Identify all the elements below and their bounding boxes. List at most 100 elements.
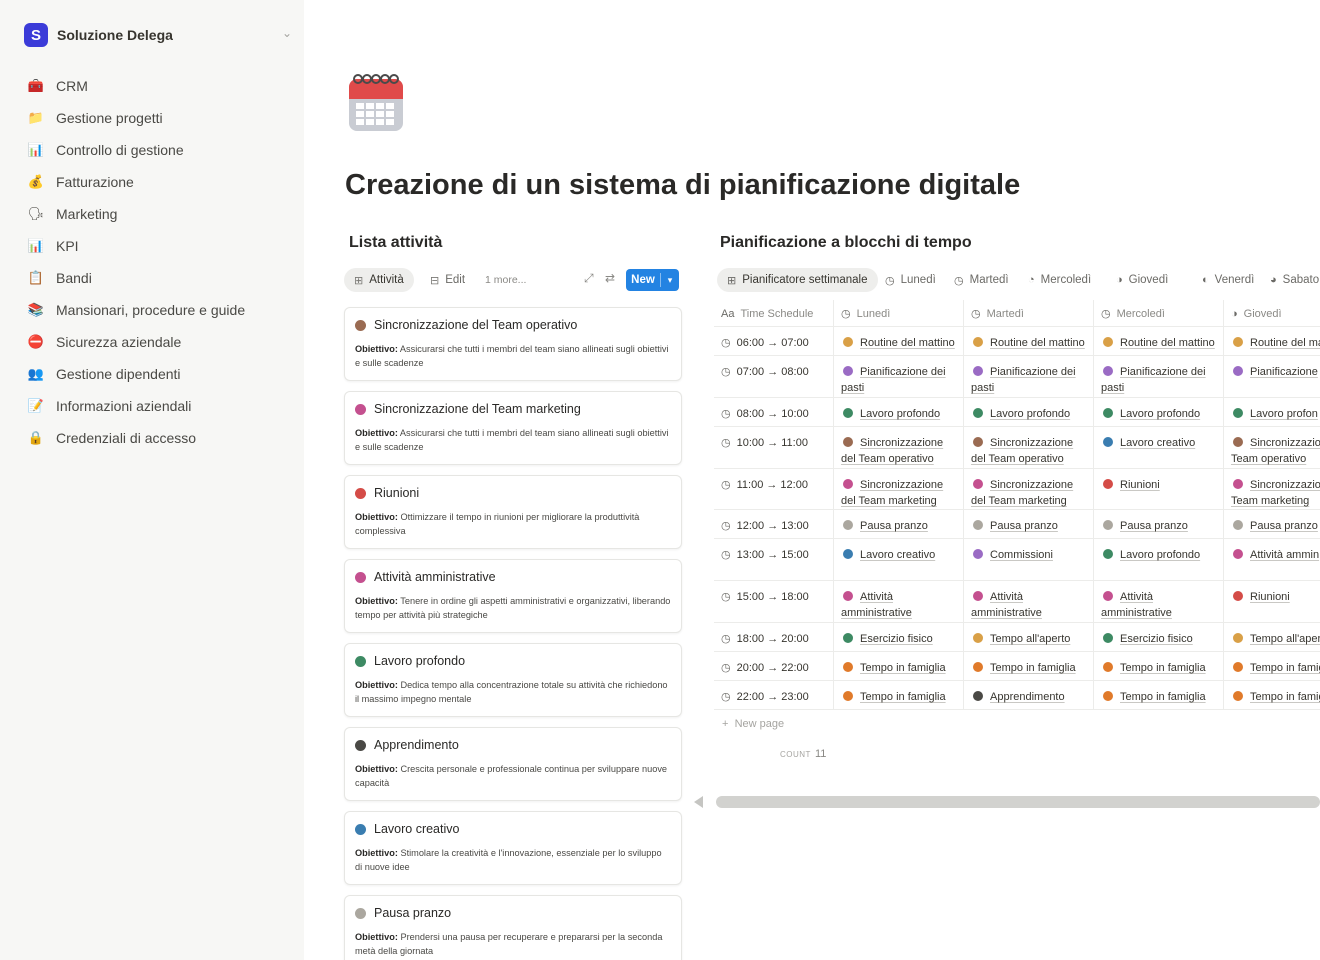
time-cell[interactable]: ◷ 08:00 → 10:00 [714,398,833,426]
schedule-cell[interactable]: Sincronizzazione del Team operativo [963,427,1093,468]
task-card[interactable]: Sincronizzazione del Team marketing Obiet… [344,391,682,465]
activity-tag[interactable]: Tempo in famig [1231,660,1320,676]
schedule-cell[interactable]: Pianificazione dei pasti [963,356,1093,397]
schedule-cell[interactable]: Pausa pranzo [963,510,1093,538]
activity-tag[interactable]: Routine del mattino [971,335,1087,351]
schedule-cell[interactable]: Esercizio fisico [833,623,963,651]
schedule-cell[interactable]: Pausa pranzo [1093,510,1223,538]
schedule-cell[interactable]: Tempo all'aperto [963,623,1093,651]
activity-tag[interactable]: Tempo in famiglia [971,660,1087,676]
activity-tag[interactable]: Commissioni [971,547,1087,563]
activity-tag[interactable]: Tempo all'aperto [971,631,1087,647]
table-row[interactable]: ◷ 15:00 → 18:00 Attività amministrative Att… [714,581,1320,623]
activity-tag[interactable]: Lavoro creativo [841,547,957,563]
schedule-tab[interactable]: ⊞ Pianificatore settimanale [717,268,878,292]
more-views-button[interactable]: 1 more... [485,268,526,292]
horizontal-scrollbar[interactable] [694,795,1320,809]
activity-tag[interactable]: Riunioni [1101,477,1217,493]
activity-tag[interactable]: Tempo in famiglia [1101,660,1217,676]
sidebar-item[interactable]: 📋 Bandi [26,262,296,294]
time-cell[interactable]: ◷ 11:00 → 12:00 [714,469,833,509]
table-row[interactable]: ◷ 13:00 → 15:00 Lavoro creativo Commissioni… [714,539,1320,581]
table-row[interactable]: ◷ 07:00 → 08:00 Pianificazione dei pasti Pi… [714,356,1320,398]
scroll-left-arrow-icon[interactable] [694,796,703,808]
activity-tag[interactable]: Pausa pranzo [841,518,957,534]
schedule-cell[interactable]: Pianificazione [1223,356,1320,397]
task-card[interactable]: Sincronizzazione del Team operativo Obiet… [344,307,682,381]
calendar-icon[interactable] [348,70,404,132]
activity-tag[interactable]: Tempo in famiglia [1101,689,1217,705]
schedule-cell[interactable]: Sincronizzazio Team operativo [1223,427,1320,468]
activity-tag[interactable]: Riunioni [1231,589,1320,605]
column-header-mercoledi[interactable]: ◷ Mercoledì [1093,300,1223,326]
table-row[interactable]: ◷ 11:00 → 12:00 Sincronizzazione del Team … [714,469,1320,510]
schedule-cell[interactable]: Lavoro profondo [963,398,1093,426]
schedule-tab[interactable]: ◷ Lunedì [885,268,936,292]
schedule-cell[interactable]: Sincronizzazione del Team operativo [833,427,963,468]
time-cell[interactable]: ◷ 12:00 → 13:00 [714,510,833,538]
activity-tag[interactable]: Tempo in famig [1231,689,1320,705]
column-header-time-schedule[interactable]: Aa Time Schedule [714,300,833,326]
schedule-cell[interactable]: Lavoro profondo [1093,398,1223,426]
table-row[interactable]: ◷ 06:00 → 07:00 Routine del mattino Routine… [714,327,1320,356]
activity-tag[interactable]: Pianificazione dei pasti [1101,364,1217,396]
activity-tag[interactable]: Attività amministrative [971,589,1087,621]
task-card[interactable]: Lavoro creativo Obiettivo: Stimolare la c… [344,811,682,885]
settings-sliders-icon[interactable]: ⇄ [605,271,615,285]
schedule-cell[interactable]: Lavoro creativo [1093,427,1223,468]
task-card[interactable]: Riunioni Obiettivo: Ottimizzare il tempo … [344,475,682,549]
view-tab-attivita[interactable]: ⊞ Attività [344,268,414,292]
task-card[interactable]: Attività amministrative Obiettivo: Tenere… [344,559,682,633]
sidebar-item[interactable]: 📚 Mansionari, procedure e guide [26,294,296,326]
task-card[interactable]: Lavoro profondo Obiettivo: Dedica tempo a… [344,643,682,717]
sidebar-item[interactable]: 🧰 CRM [26,70,296,102]
activity-tag[interactable]: Tempo in famiglia [841,660,957,676]
column-header-martedi[interactable]: ◷ Martedì [963,300,1093,326]
time-cell[interactable]: ◷ 07:00 → 08:00 [714,356,833,397]
activity-tag[interactable]: Esercizio fisico [841,631,957,647]
expand-icon[interactable]: ⤢ [584,271,594,286]
schedule-cell[interactable]: Sincronizzazione del Team marketing [833,469,963,509]
activity-tag[interactable]: Attività ammin [1231,547,1320,563]
schedule-cell[interactable]: Attività amministrative [963,581,1093,622]
new-button[interactable]: New ▾ [626,269,679,291]
schedule-cell[interactable]: Tempo in famiglia [833,652,963,680]
view-tab-edit[interactable]: ⊟ Edit [430,268,465,292]
time-cell[interactable]: ◷ 18:00 → 20:00 [714,623,833,651]
schedule-cell[interactable]: Pianificazione dei pasti [833,356,963,397]
schedule-cell[interactable]: Apprendimento [963,681,1093,709]
schedule-cell[interactable]: Routine del mattino [963,327,1093,355]
activity-tag[interactable]: Tempo all'aper [1231,631,1320,647]
activity-tag[interactable]: Routine del ma [1231,335,1320,351]
chevron-down-icon[interactable]: ▾ [661,275,679,286]
schedule-cell[interactable]: Pianificazione dei pasti [1093,356,1223,397]
activity-tag[interactable]: Pianificazione [1231,364,1320,380]
column-header-lunedi[interactable]: ◷ Lunedì [833,300,963,326]
activity-tag[interactable]: Attività amministrative [841,589,957,621]
time-cell[interactable]: ◷ 06:00 → 07:00 [714,327,833,355]
sidebar-item[interactable]: 👥 Gestione dipendenti [26,358,296,390]
activity-tag[interactable]: Lavoro creativo [1101,435,1217,451]
time-cell[interactable]: ◷ 13:00 → 15:00 [714,539,833,580]
activity-tag[interactable]: Lavoro profondo [1101,406,1217,422]
activity-tag[interactable]: Pianificazione dei pasti [971,364,1087,396]
time-cell[interactable]: ◷ 10:00 → 11:00 [714,427,833,468]
schedule-cell[interactable]: Attività ammin [1223,539,1320,580]
time-cell[interactable]: ◷ 20:00 → 22:00 [714,652,833,680]
schedule-cell[interactable]: Sincronizzazione del Team marketing [963,469,1093,509]
activity-tag[interactable]: Pianificazione dei pasti [841,364,957,396]
table-row[interactable]: ◷ 08:00 → 10:00 Lavoro profondo Lavoro prof… [714,398,1320,427]
activity-tag[interactable]: Sincronizzazione del Team operativo [841,435,957,467]
activity-tag[interactable]: Attività amministrative [1101,589,1217,621]
activity-tag[interactable]: Apprendimento [971,689,1087,705]
schedule-cell[interactable]: Tempo in famiglia [963,652,1093,680]
schedule-tab[interactable]: ◔ Mercoledì [1028,268,1091,292]
sidebar-item[interactable]: 🗣 Marketing [26,198,296,230]
table-row[interactable]: ◷ 18:00 → 20:00 Esercizio fisico Tempo all'… [714,623,1320,652]
activity-tag[interactable]: Pausa pranzo [1101,518,1217,534]
activity-tag[interactable]: Sincronizzazione del Team operativo [971,435,1087,467]
schedule-cell[interactable]: Attività amministrative [1093,581,1223,622]
schedule-cell[interactable]: Tempo in famiglia [1093,681,1223,709]
activity-tag[interactable]: Lavoro profondo [841,406,957,422]
schedule-cell[interactable]: Tempo in famig [1223,681,1320,709]
